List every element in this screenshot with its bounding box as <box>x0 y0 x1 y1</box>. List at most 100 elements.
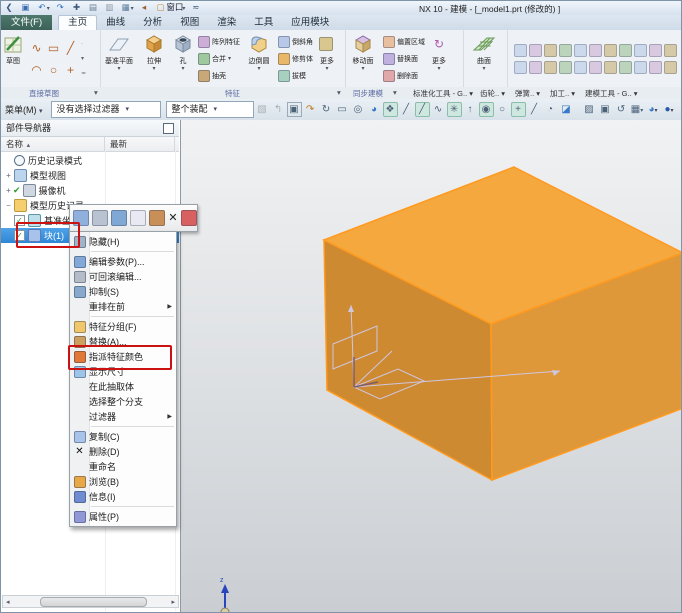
gc-tool-icon[interactable] <box>604 44 617 57</box>
gc-tool-icon[interactable] <box>664 44 677 57</box>
show-hide-icon[interactable]: ▨ <box>582 102 597 117</box>
gc-dropdown-spring[interactable]: 弹簧.. ▾ <box>515 88 540 99</box>
menu-item-edit-parameters[interactable]: 编辑参数(P)... <box>70 254 176 269</box>
studio-spline-icon[interactable]: ∿ <box>28 37 45 59</box>
menu-item-hide[interactable]: 隐藏(H) <box>70 234 176 249</box>
shaded-face-icon[interactable]: ◪ <box>559 102 574 117</box>
tab-tools[interactable]: 工具 <box>245 16 282 30</box>
scroll-right-icon[interactable]: ▸ <box>171 598 175 606</box>
undo-dropdown-icon[interactable]: ▾ <box>47 5 50 12</box>
menu-item-assign-feature-color[interactable]: 指派特征颜色 <box>70 349 176 364</box>
chamfer-button[interactable]: 倒斜角 <box>278 35 313 49</box>
gc-tool-icon[interactable] <box>574 61 587 74</box>
hole-button[interactable]: 孔▾ <box>170 30 196 87</box>
checkbox-checked-icon[interactable]: ✓ <box>14 230 25 241</box>
feature-more-button[interactable]: 更多▾ <box>315 30 339 87</box>
gc-dropdown-gear[interactable]: 齿轮.. ▾ <box>480 88 505 99</box>
gc-tool-icon[interactable] <box>664 61 677 74</box>
menu-item-browse[interactable]: 浏览(B) <box>70 474 176 489</box>
shell-button[interactable]: 抽壳 <box>198 69 240 83</box>
tree-row-history-mode[interactable]: 历史记录模式 <box>1 153 179 168</box>
tree-row-cameras[interactable]: + ✔ 摄像机 <box>1 183 179 198</box>
pattern-feature-button[interactable]: 阵列特征 <box>198 35 240 49</box>
tab-render[interactable]: 渲染 <box>208 16 245 30</box>
expand-icon[interactable]: + <box>4 186 13 195</box>
selection-scope-dropdown[interactable]: 整个装配▾ <box>166 101 254 118</box>
menu-item-reorder-before[interactable]: 重排在前▶ <box>70 299 176 314</box>
menu-item-rollback-edit[interactable]: 可回滚编辑... <box>70 269 176 284</box>
edge-blend-button[interactable]: 边倒圆▾ <box>242 30 276 87</box>
more-tools-icon[interactable] <box>181 210 197 226</box>
menu-item-copy[interactable]: 复制(C) <box>70 429 176 444</box>
snap-point-enable-icon[interactable]: ❖ <box>383 102 398 117</box>
extrude-button[interactable]: 拉伸▾ <box>138 30 170 87</box>
window-menu-icon[interactable]: ▢ <box>154 2 166 13</box>
rectangle-icon[interactable]: ▭ <box>45 37 62 59</box>
tab-analysis[interactable]: 分析 <box>134 16 171 30</box>
redo-icon[interactable]: ↷ <box>54 2 66 13</box>
gc-tool-icon[interactable] <box>649 61 662 74</box>
gc-dropdown-standard-tools[interactable]: 标准化工具 - G.. ▾ <box>413 88 473 99</box>
window-layout-icon[interactable]: ▦▾ <box>630 102 645 117</box>
menu-item-extract-here[interactable]: 在此抽取体 <box>70 379 176 394</box>
menu-button[interactable]: 菜单(M) ▾ <box>5 103 43 116</box>
print-dropdown-icon[interactable]: ▾ <box>131 5 134 12</box>
sync-dialog-launcher[interactable]: ▾ <box>393 88 397 97</box>
render-style-icon[interactable]: ◕▾ <box>646 102 661 117</box>
gc-tool-icon[interactable] <box>649 44 662 57</box>
tab-home[interactable]: 主页 <box>58 15 97 30</box>
copy-icon[interactable]: ▤ <box>87 2 99 13</box>
repeat-command-icon[interactable]: ◂ <box>138 2 150 13</box>
gc-tool-icon[interactable] <box>604 61 617 74</box>
panel-float-icon[interactable] <box>163 123 174 134</box>
point-icon[interactable]: + <box>62 59 79 81</box>
gc-tool-icon[interactable] <box>634 61 647 74</box>
tab-view[interactable]: 视图 <box>171 16 208 30</box>
menu-item-information[interactable]: 信息(I) <box>70 489 176 504</box>
replace-face-button[interactable]: 替换面 <box>383 52 425 66</box>
snap-arc-center-icon[interactable]: ↑ <box>463 102 478 117</box>
direct-sketch-dialog-launcher[interactable]: ▾ <box>94 88 98 97</box>
gc-tool-icon[interactable] <box>574 44 587 57</box>
qat-customize-icon[interactable]: ≂ <box>190 2 202 13</box>
highlight-related-icon[interactable]: ▧ <box>255 102 270 117</box>
snap-midpoint-icon[interactable]: ╱ <box>415 102 430 117</box>
tab-application[interactable]: 应用模块 <box>282 16 338 30</box>
sync-more-button[interactable]: ↻ 更多▾ <box>427 30 451 87</box>
scroll-left-icon[interactable]: ◂ <box>6 598 10 606</box>
move-face-button[interactable]: 移动面▾ <box>345 30 381 87</box>
trim-body-button[interactable]: 修剪体 <box>278 52 313 66</box>
gc-tool-icon[interactable] <box>559 61 572 74</box>
column-name[interactable]: 名称 ▲ <box>1 137 105 151</box>
horizontal-scrollbar[interactable]: ◂ ▸ <box>2 595 179 608</box>
delete-face-button[interactable]: 删除面 <box>383 69 425 83</box>
gc-dropdown-modeling-tools[interactable]: 建模工具 - G.. ▾ <box>585 88 638 99</box>
tab-curve[interactable]: 曲线 <box>97 16 134 30</box>
rectangle-select-icon[interactable]: ▭ <box>335 102 350 117</box>
gc-tool-icon[interactable] <box>544 44 557 57</box>
edit-parameters-icon[interactable] <box>73 210 89 226</box>
tab-file[interactable]: 文件(F) <box>1 15 52 30</box>
line-icon[interactable]: ╱ <box>62 37 79 59</box>
datum-plane-button[interactable]: 基准平面▾ <box>100 30 138 87</box>
offset-region-button[interactable]: 偏置区域 <box>383 35 425 49</box>
snap-point-on-surface-icon[interactable]: ╱ <box>527 102 542 117</box>
suppress-icon[interactable] <box>111 210 127 226</box>
paste-icon[interactable]: ▥ <box>103 2 115 13</box>
surface-button[interactable]: 曲面▾ <box>463 30 505 87</box>
interior-selection-icon[interactable]: ↰ <box>271 102 286 117</box>
gc-tool-icon[interactable] <box>619 44 632 57</box>
snap-intersection-icon[interactable]: ✳ <box>447 102 462 117</box>
lasso-icon[interactable]: ↻ <box>319 102 334 117</box>
menu-item-replace[interactable]: 替换(A)... <box>70 334 176 349</box>
window-menu-caret[interactable]: ▾ <box>182 5 185 12</box>
selection-filter-dropdown[interactable]: 没有选择过滤器▾ <box>51 101 161 118</box>
delete-icon[interactable]: ✕ <box>168 211 178 225</box>
graphics-window[interactable]: z 查询啦 chaxunla.com <box>180 120 682 613</box>
circle-select-icon[interactable]: ◎ <box>351 102 366 117</box>
make-current-feature-icon[interactable] <box>130 210 146 226</box>
redo-select-icon[interactable]: ↷ <box>303 102 318 117</box>
collapse-icon[interactable]: − <box>4 201 13 210</box>
snap-control-point-icon[interactable]: ∿ <box>431 102 446 117</box>
window-menu-label[interactable]: 窗口 <box>166 2 183 12</box>
